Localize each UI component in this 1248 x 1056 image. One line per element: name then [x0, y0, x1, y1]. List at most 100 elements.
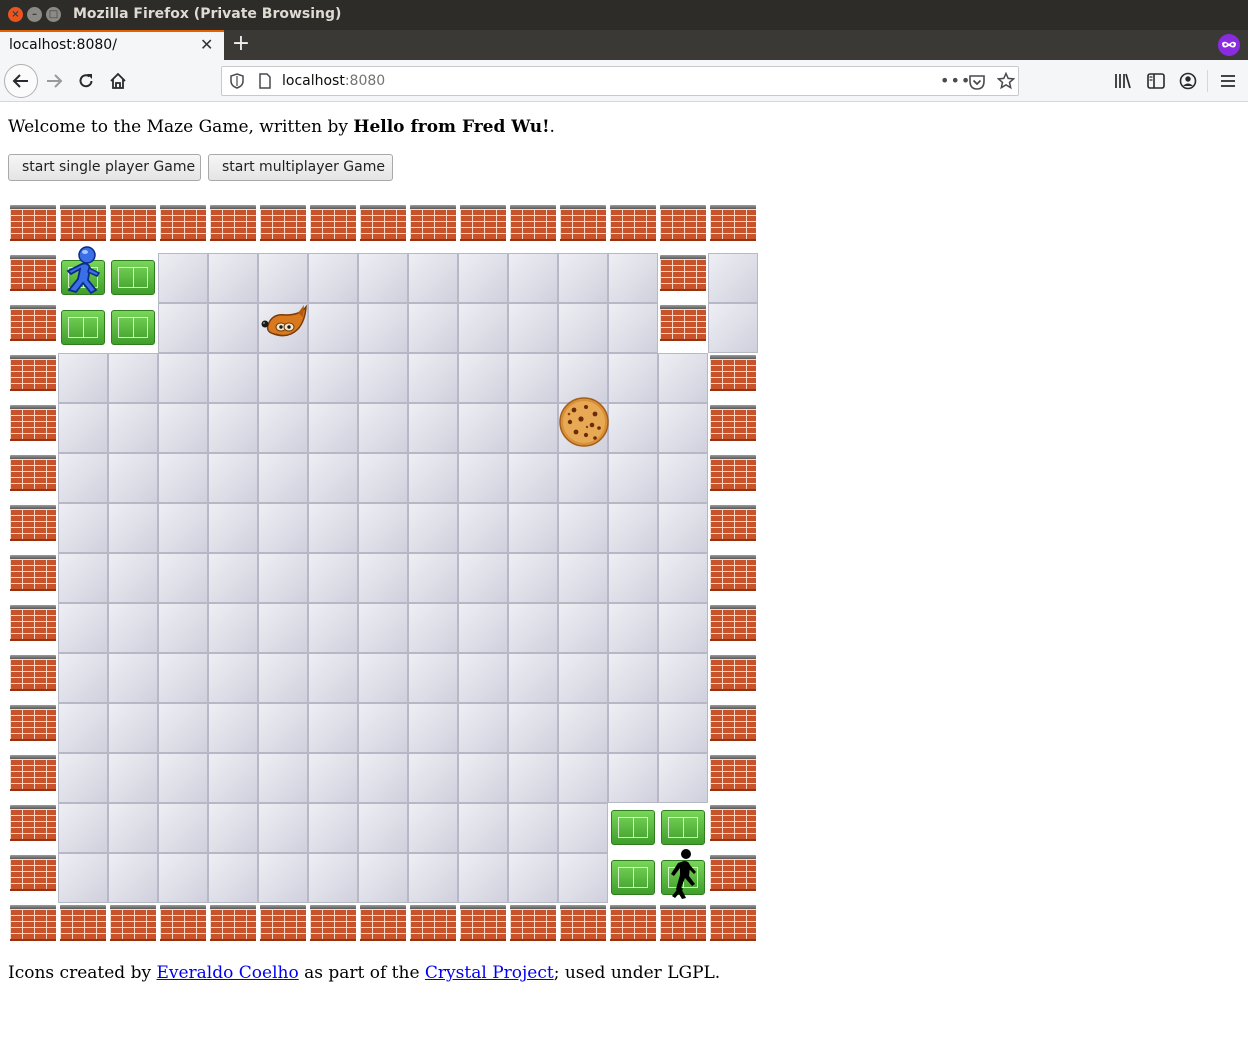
brick-wall-tile: [8, 503, 58, 553]
floor-tile: [508, 603, 558, 653]
brick-wall-tile: [408, 903, 458, 953]
brick-wall-tile: [608, 203, 658, 253]
everaldo-coelho-link[interactable]: Everaldo Coelho: [156, 963, 298, 983]
floor-tile: [208, 653, 258, 703]
private-browsing-icon: [1218, 34, 1240, 56]
brick-wall-tile: [658, 303, 708, 353]
floor-tile: [608, 253, 658, 303]
floor-tile: [158, 603, 208, 653]
brick-wall-tile: [708, 853, 758, 903]
floor-tile: [308, 653, 358, 703]
floor-tile: [358, 303, 408, 353]
brick-wall-tile: [708, 203, 758, 253]
floor-tile: [308, 553, 358, 603]
floor-tile: [58, 403, 108, 453]
brick-wall-tile: [8, 203, 58, 253]
floor-tile: [258, 653, 308, 703]
forward-button[interactable]: [38, 65, 70, 97]
floor-tile: [508, 403, 558, 453]
floor-tile: [158, 353, 208, 403]
floor-tile: [608, 453, 658, 503]
brick-wall-tile: [708, 653, 758, 703]
brick-wall-tile: [708, 753, 758, 803]
tracking-shield-icon: [230, 73, 244, 89]
floor-tile: [558, 303, 608, 353]
window-maximize-button[interactable]: □: [46, 7, 61, 22]
bookmark-star-icon[interactable]: [997, 72, 1015, 90]
floor-tile: [458, 703, 508, 753]
library-icon[interactable]: [1114, 73, 1132, 89]
brick-wall-tile: [558, 903, 608, 953]
floor-tile: [508, 853, 558, 903]
crystal-project-link[interactable]: Crystal Project: [425, 963, 554, 983]
page-actions-icon[interactable]: •••: [940, 71, 971, 90]
floor-tile: [108, 353, 158, 403]
floor-tile: [58, 453, 108, 503]
floor-tile: [508, 653, 558, 703]
floor-tile: [458, 453, 508, 503]
url-text[interactable]: localhost:8080: [282, 73, 385, 89]
url-port: :8080: [344, 73, 386, 89]
floor-tile: [608, 403, 658, 453]
brick-wall-tile: [508, 203, 558, 253]
floor-tile: [508, 803, 558, 853]
floor-tile: [208, 853, 258, 903]
tab-strip: localhost:8080/ ✕ +: [0, 30, 1248, 60]
sidebar-toggle-icon[interactable]: [1147, 73, 1165, 89]
back-button[interactable]: [4, 64, 38, 98]
brick-wall-tile: [708, 503, 758, 553]
floor-tile: [458, 253, 508, 303]
url-bar[interactable]: localhost:8080 •••: [221, 66, 1019, 96]
floor-tile: [658, 703, 708, 753]
brick-wall-tile: [8, 903, 58, 953]
brick-wall-tile: [108, 903, 158, 953]
floor-tile: [258, 753, 308, 803]
floor-tile: [508, 553, 558, 603]
floor-tile: [658, 653, 708, 703]
pocket-icon[interactable]: [968, 73, 986, 91]
floor-tile: [558, 453, 608, 503]
brick-wall-tile: [8, 453, 58, 503]
floor-tile: [308, 453, 358, 503]
window-close-button[interactable]: ×: [8, 7, 23, 22]
window-minimize-button[interactable]: –: [27, 7, 42, 22]
start-multiplayer-button[interactable]: start multiplayer Game: [208, 154, 393, 181]
floor-tile: [508, 353, 558, 403]
floor-tile: [108, 703, 158, 753]
floor-tile: [358, 403, 408, 453]
new-tab-button[interactable]: +: [230, 31, 252, 56]
floor-tile: [358, 253, 408, 303]
brick-wall-tile: [8, 703, 58, 753]
brick-wall-tile: [708, 353, 758, 403]
floor-tile: [508, 503, 558, 553]
tab-localhost[interactable]: localhost:8080/ ✕: [0, 30, 224, 60]
floor-tile: [208, 353, 258, 403]
home-button[interactable]: [102, 65, 134, 97]
floor-tile: [558, 753, 608, 803]
floor-tile: [458, 853, 508, 903]
start-single-player-button[interactable]: start single player Game: [8, 154, 201, 181]
floor-tile: [658, 503, 708, 553]
floor-tile: [408, 703, 458, 753]
floor-tile: [208, 603, 258, 653]
brick-wall-tile: [208, 203, 258, 253]
brick-wall-tile: [158, 203, 208, 253]
floor-tile: [308, 403, 358, 453]
floor-tile: [658, 453, 708, 503]
floor-tile: [458, 353, 508, 403]
floor-tile: [508, 703, 558, 753]
floor-tile: [608, 653, 658, 703]
floor-tile: [258, 503, 308, 553]
floor-tile: [58, 603, 108, 653]
account-icon[interactable]: [1179, 72, 1197, 90]
window-title: Mozilla Firefox (Private Browsing): [73, 6, 342, 22]
floor-tile: [258, 353, 308, 403]
floor-tile: [458, 753, 508, 803]
floor-tile: [358, 503, 408, 553]
floor-tile: [558, 853, 608, 903]
reload-button[interactable]: [70, 65, 102, 97]
brick-wall-tile: [58, 903, 108, 953]
hamburger-menu-icon[interactable]: [1220, 73, 1236, 89]
tab-close-icon[interactable]: ✕: [200, 35, 213, 54]
floor-tile: [58, 803, 108, 853]
